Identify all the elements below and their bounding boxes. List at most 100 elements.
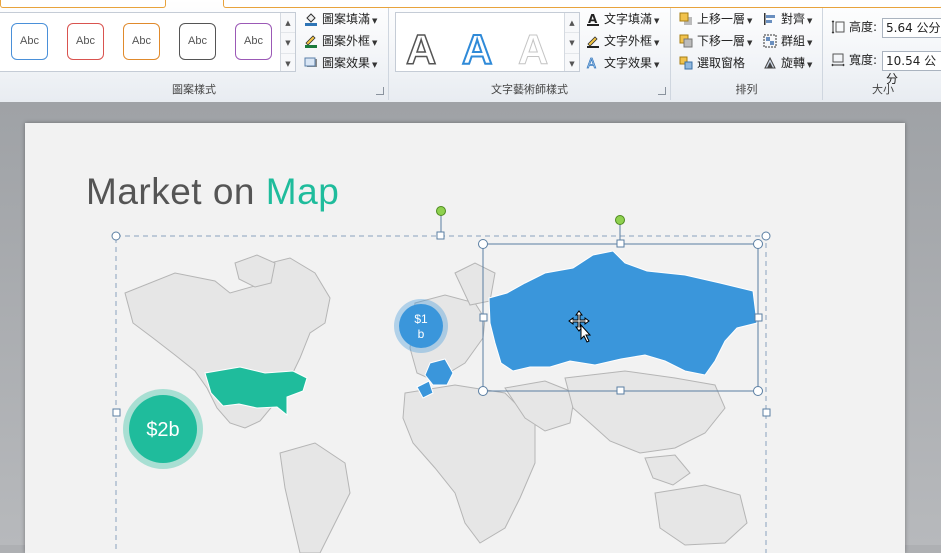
south-america-shape[interactable] [279,442,351,553]
shape-style-gallery-scroll[interactable]: ▲ ▼ ▼ [280,13,295,71]
text-effects-button[interactable]: A 文字效果 ▼ [586,53,660,73]
chevron-down-icon: ▼ [747,17,753,25]
shape-width-icon [831,53,845,67]
bring-forward-button[interactable]: 上移一層 ▼ [679,9,752,29]
shape-style-swatch-4[interactable]: Abc [179,23,216,60]
shape-resize-handle-top[interactable] [616,239,625,248]
svg-text:A: A [588,12,598,26]
width-label: 寬度: [849,53,878,67]
wordart-styles-group: A A A ▲ ▼ ▼ A 文字填滿 ▼ 文字外框 ▼ A 文字效果 ▼ 文字藝術師樣式 [389,8,671,100]
dialog-launcher-icon[interactable] [376,87,384,95]
shape-style-swatch-2[interactable]: Abc [67,23,104,60]
align-button[interactable]: 對齊 ▼ [763,9,812,29]
shape-resize-handle-right[interactable] [754,313,763,322]
rotate-icon [764,56,776,69]
send-backward-icon [679,34,693,48]
shape-height-icon [831,20,845,34]
southeast-asia-shape[interactable] [644,454,691,486]
pencil-icon [305,35,317,48]
shape-outline-button[interactable]: 圖案外框 ▼ [304,31,377,51]
wordart-sample-3[interactable]: A [517,26,548,73]
chevron-down-icon: ▼ [747,39,753,47]
scroll-down-icon[interactable]: ▼ [565,33,579,54]
text-fill-button[interactable]: A 文字填滿 ▼ [586,9,659,29]
size-group-label: 大小 [872,83,894,96]
gallery-more-icon[interactable]: ▼ [565,54,579,73]
group-resize-handle-left[interactable] [112,408,121,417]
greenland-shape[interactable] [234,254,276,288]
text-effects-label: 文字效果 [604,56,653,70]
dialog-launcher-icon[interactable] [658,87,666,95]
chevron-down-icon: ▼ [372,39,378,47]
bring-forward-icon [679,12,692,25]
text-outline-button[interactable]: 文字外框 ▼ [586,31,659,51]
shape-effects-button[interactable]: 圖案效果 ▼ [304,53,377,73]
align-icon [764,13,775,25]
shape-resize-handle-tr[interactable] [753,239,763,249]
height-label: 高度: [849,20,878,34]
shape-fill-button[interactable]: 圖案填滿 ▼ [304,9,377,29]
wordart-sample-2[interactable]: A [461,26,493,74]
gallery-more-icon[interactable]: ▼ [281,54,295,73]
scroll-up-icon[interactable]: ▲ [565,13,579,34]
ribbon-tab-edge-left [0,0,166,8]
shape-effects-icon [304,57,317,67]
text-fill-icon: A [587,12,599,26]
arrange-group-label: 排列 [735,83,758,96]
shape-resize-handle-tl[interactable] [478,239,488,249]
wordart-gallery[interactable]: A A A ▲ ▼ ▼ [395,12,580,74]
asia-shape[interactable] [564,370,726,454]
shape-resize-handle-bl[interactable] [478,386,488,396]
rotate-button[interactable]: 旋轉 ▼ [763,53,812,73]
group-button[interactable]: 群組 ▼ [763,31,812,51]
group-label: 群組 [781,34,806,48]
size-group: 高度: 5.64 公分 寬度: 10.54 公分 大小 [823,8,941,100]
africa-shape[interactable] [402,384,536,544]
send-backward-button[interactable]: 下移一層 ▼ [679,31,752,51]
group-resize-handle-top[interactable] [436,231,445,240]
chevron-down-icon: ▼ [807,17,813,25]
bring-forward-label: 上移一層 [697,12,746,26]
us-bubble-value: $2b [146,419,179,441]
chevron-down-icon: ▼ [807,39,813,47]
group-resize-handle-tl[interactable] [111,231,121,241]
width-label-row: 寬度: [831,50,877,70]
scroll-up-icon[interactable]: ▲ [281,13,295,34]
shape-resize-handle-bottom[interactable] [616,386,625,395]
height-label-row: 高度: [831,17,877,37]
chevron-down-icon: ▼ [372,61,378,69]
arrange-group: 上移一層 ▼ 下移一層 ▼ 選取窗格 對齊 ▼ 群組 ▼ 旋轉 ▼ 排列 [671,8,823,100]
group-rotate-handle[interactable] [436,206,446,216]
group-resize-handle-right[interactable] [762,408,771,417]
shape-styles-group: Abc Abc Abc Abc Abc ▲ ▼ ▼ 圖案填滿 ▼ 圖案外框 ▼ 圖案… [0,8,389,100]
group-resize-handle-tr[interactable] [761,231,771,241]
shape-style-swatch-5[interactable]: Abc [235,23,272,60]
world-map-graphic[interactable]: $2b $1 b [25,123,905,553]
shape-style-swatch-1[interactable]: Abc [11,23,48,60]
width-input[interactable]: 10.54 公分 [882,51,941,86]
chevron-down-icon: ▼ [654,61,660,69]
shape-resize-handle-br[interactable] [753,386,763,396]
scroll-down-icon[interactable]: ▼ [281,33,295,54]
chevron-down-icon: ▼ [807,61,813,69]
text-outline-label: 文字外框 [604,34,653,48]
eu-bubble[interactable] [399,304,443,348]
text-outline-icon [587,36,599,48]
russia-highlight-shape[interactable] [488,250,758,376]
shape-styles-group-label: 圖案樣式 [172,83,216,96]
wordart-sample-1[interactable]: A [405,26,437,74]
australia-shape[interactable] [654,484,748,546]
shape-resize-handle-left[interactable] [479,313,488,322]
height-input[interactable]: 5.64 公分 [882,18,941,38]
selection-pane-button[interactable]: 選取窗格 [679,53,745,73]
shape-style-swatch-3[interactable]: Abc [123,23,160,60]
eu-bubble-value-line1: $1 [414,312,428,326]
shape-style-gallery[interactable]: Abc Abc Abc Abc Abc ▲ ▼ ▼ [0,12,296,72]
wordart-gallery-scroll[interactable]: ▲ ▼ ▼ [564,13,579,71]
group-icon [763,34,777,48]
ribbon: Abc Abc Abc Abc Abc ▲ ▼ ▼ 圖案填滿 ▼ 圖案外框 ▼ 圖案… [0,0,941,103]
chevron-down-icon: ▼ [372,17,378,25]
slide[interactable]: Market on Map $2b $1 b [25,123,905,553]
shape-rotate-handle[interactable] [615,215,625,225]
rotate-label: 旋轉 [781,56,806,70]
